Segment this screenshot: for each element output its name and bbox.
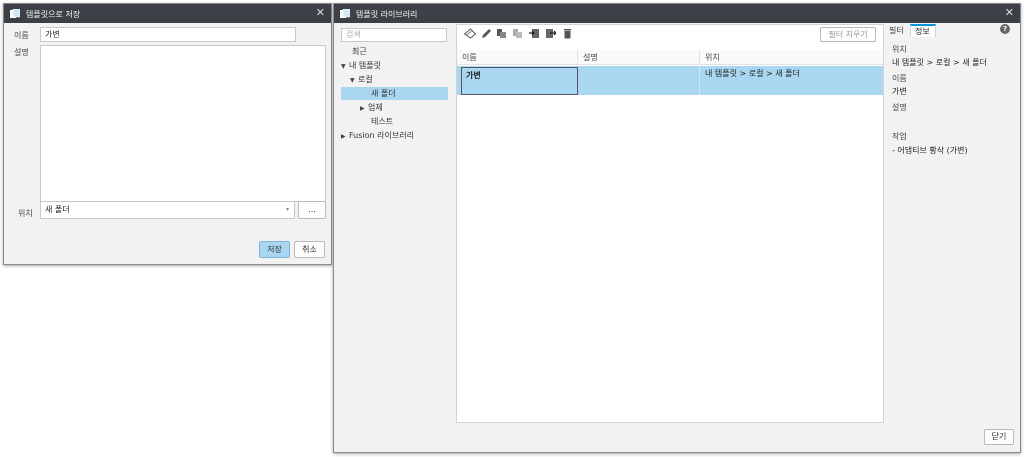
row-name-value: 가변 bbox=[466, 71, 481, 80]
edit-icon[interactable] bbox=[481, 28, 492, 39]
tree-item-upload[interactable]: ▶ 업체 bbox=[360, 101, 383, 114]
library-title: 템플릿 라이브러리 bbox=[356, 10, 418, 19]
new-template-icon[interactable] bbox=[462, 28, 476, 39]
tree-item-label: 내 템플릿 bbox=[349, 61, 381, 70]
close-icon[interactable]: ✕ bbox=[316, 7, 325, 19]
info-name-value: 가변 bbox=[892, 87, 907, 96]
info-name-label: 이름 bbox=[892, 74, 907, 83]
name-label: 이름 bbox=[14, 31, 29, 40]
description-field[interactable] bbox=[40, 45, 326, 202]
search-input[interactable]: 검색 bbox=[341, 28, 447, 42]
template-icon bbox=[10, 9, 20, 18]
tree-item-label: 최근 bbox=[352, 47, 367, 56]
info-location-label: 위치 bbox=[892, 45, 907, 54]
copy-icon[interactable] bbox=[496, 28, 507, 39]
row-description-cell bbox=[580, 66, 700, 95]
caret-down-icon[interactable]: ▼ bbox=[341, 60, 349, 73]
dropdown-arrow-icon: ▾ bbox=[285, 206, 289, 213]
delete-icon[interactable] bbox=[562, 28, 573, 39]
save-dialog-title: 템플릿으로 저장 bbox=[26, 10, 81, 19]
column-header-location[interactable]: 위치 bbox=[700, 50, 883, 65]
tree-item-label: 테스트 bbox=[371, 117, 394, 126]
tree-item-label: 로컬 bbox=[358, 75, 373, 84]
save-template-dialog: 템플릿으로 저장 ✕ 이름 가변 설명 위치 새 폴더 ▾ ... 저장 취소 bbox=[3, 3, 332, 265]
save-button[interactable]: 저장 bbox=[259, 241, 290, 258]
help-icon[interactable]: ? bbox=[1000, 24, 1010, 34]
tree-item-local[interactable]: ▼ 로컬 bbox=[350, 73, 373, 86]
location-select[interactable]: 새 폴더 ▾ bbox=[40, 201, 295, 219]
location-value: 새 폴더 bbox=[45, 205, 70, 214]
name-field[interactable]: 가변 bbox=[40, 27, 296, 42]
row-name-cell[interactable]: 가변 bbox=[461, 67, 578, 95]
export-icon[interactable] bbox=[545, 28, 556, 39]
tree-item-test[interactable]: 테스트 bbox=[371, 115, 393, 128]
close-button[interactable]: 닫기 bbox=[984, 429, 1014, 445]
info-operations-value: - 어댑티브 황삭 (가변) bbox=[892, 146, 968, 155]
tree-item-recent[interactable]: 최근 bbox=[352, 45, 367, 58]
tree-item-label: 새 폴더 bbox=[371, 89, 396, 98]
tree-item-label: Fusion 라이브러리 bbox=[349, 131, 414, 140]
info-operations-label: 작업 bbox=[892, 132, 907, 141]
info-description-label: 설명 bbox=[892, 103, 907, 112]
import-icon[interactable] bbox=[529, 28, 540, 39]
tree-item-new-folder[interactable]: 새 폴더 bbox=[341, 87, 448, 100]
description-label: 설명 bbox=[14, 48, 29, 57]
caret-right-icon[interactable]: ▶ bbox=[341, 130, 349, 143]
caret-down-icon[interactable]: ▼ bbox=[350, 74, 358, 87]
tree-item-fusion-library[interactable]: ▶ Fusion 라이브러리 bbox=[341, 129, 414, 142]
cancel-button[interactable]: 취소 bbox=[294, 241, 325, 258]
paste-icon[interactable] bbox=[512, 28, 523, 39]
tab-filter[interactable]: 필터 bbox=[889, 25, 904, 37]
tree-item-label: 업체 bbox=[368, 103, 383, 112]
info-location-value: 내 템플릿 > 로컬 > 새 폴더 bbox=[892, 58, 987, 67]
browse-button[interactable]: ... bbox=[298, 201, 326, 219]
row-location-cell: 내 템플릿 > 로컬 > 새 폴더 bbox=[705, 69, 800, 78]
clear-filter-button[interactable]: 필터 지우기 bbox=[820, 27, 876, 42]
tree-item-my-templates[interactable]: ▼ 내 템플릿 bbox=[341, 59, 381, 72]
library-titlebar[interactable]: 템플릿 라이브러리 ✕ bbox=[334, 4, 1020, 23]
save-dialog-titlebar[interactable]: 템플릿으로 저장 ✕ bbox=[4, 4, 331, 23]
tab-info[interactable]: 정보 bbox=[910, 24, 936, 37]
column-header-description[interactable]: 설명 bbox=[578, 50, 700, 65]
column-header-name[interactable]: 이름 bbox=[457, 50, 578, 65]
template-icon bbox=[340, 9, 350, 18]
caret-right-icon[interactable]: ▶ bbox=[360, 102, 368, 115]
close-icon[interactable]: ✕ bbox=[1005, 7, 1014, 19]
location-label: 위치 bbox=[18, 209, 33, 218]
